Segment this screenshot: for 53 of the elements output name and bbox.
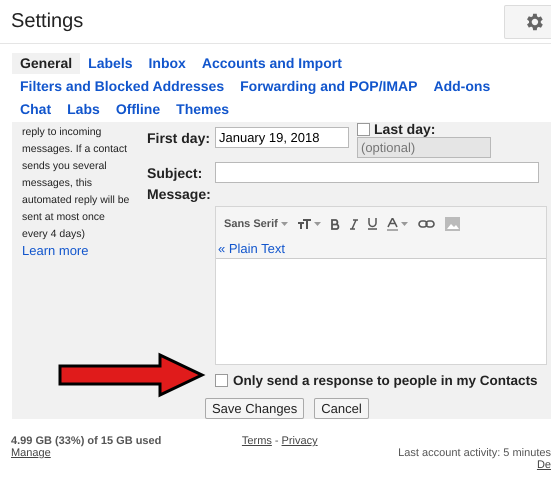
vacation-description: reply to incoming messages. If a contact sends you several messages, this automated reply will be sent at most once every 4 days) xyxy=(22,125,130,242)
caret-icon xyxy=(314,222,321,226)
field-label: Subject: xyxy=(147,164,204,181)
field-label: Message: xyxy=(147,185,209,202)
checkbox-label: Only send a response to people in my Contacts xyxy=(233,373,538,388)
field-label: First day: xyxy=(147,129,209,146)
settings-tab[interactable]: Forwarding and POP/IMAP xyxy=(232,76,426,97)
font-dropdown[interactable]: Sans Serif xyxy=(224,218,288,230)
save-button[interactable]: Save Changes xyxy=(205,398,304,419)
settings-tab[interactable]: Chat xyxy=(12,99,60,120)
separator: - xyxy=(274,435,279,447)
checkbox[interactable] xyxy=(215,374,228,387)
plain-text-link[interactable]: « Plain Text xyxy=(216,241,546,258)
message-body-field[interactable] xyxy=(216,258,546,364)
settings-tab[interactable]: Accounts and Import xyxy=(194,53,350,74)
last-day-field[interactable]: (optional) xyxy=(357,137,491,158)
settings-tab[interactable]: General xyxy=(12,53,80,74)
settings-tab[interactable]: Labs xyxy=(59,99,108,120)
page-title: Settings xyxy=(11,10,84,33)
bold-button[interactable] xyxy=(330,218,340,230)
link-button[interactable] xyxy=(418,220,435,228)
settings-tab[interactable]: Add-ons xyxy=(425,76,498,97)
bold-icon xyxy=(330,218,340,230)
italic-button[interactable] xyxy=(350,218,358,230)
privacy-link[interactable]: Privacy xyxy=(282,435,318,447)
underline-button[interactable] xyxy=(368,218,377,230)
settings-button[interactable] xyxy=(504,4,551,38)
caret-icon xyxy=(400,222,408,226)
image-icon xyxy=(444,217,460,231)
terms-link[interactable]: Terms xyxy=(242,435,272,447)
link-icon xyxy=(418,220,435,228)
text-size-icon xyxy=(298,219,311,229)
underline-icon xyxy=(368,218,377,230)
subject-field[interactable] xyxy=(215,162,539,183)
italic-icon xyxy=(350,218,358,230)
details-link[interactable]: De xyxy=(536,459,551,471)
text-size-button[interactable] xyxy=(298,219,321,229)
text-color-icon xyxy=(386,218,398,230)
checkbox[interactable] xyxy=(357,122,370,136)
storage-usage: 4.99 GB (33%) of 15 GB used xyxy=(11,435,162,447)
caret-icon xyxy=(280,222,288,226)
first-day-field[interactable]: January 19, 2018 xyxy=(215,127,349,148)
settings-tab[interactable]: Inbox xyxy=(140,53,194,74)
settings-tab[interactable]: Offline xyxy=(108,99,168,120)
field-label: Last day: xyxy=(374,121,436,137)
text-color-button[interactable] xyxy=(386,218,408,230)
last-activity-text: Last account activity: 5 minutes xyxy=(398,447,551,459)
learn-more-link[interactable]: Learn more xyxy=(22,243,147,258)
cancel-button[interactable]: Cancel xyxy=(314,398,369,419)
settings-tab[interactable]: Labels xyxy=(80,53,140,74)
settings-tab[interactable]: Themes xyxy=(168,99,238,120)
settings-tab[interactable]: Filters and Blocked Addresses xyxy=(12,76,232,97)
manage-link[interactable]: Manage xyxy=(11,447,162,459)
